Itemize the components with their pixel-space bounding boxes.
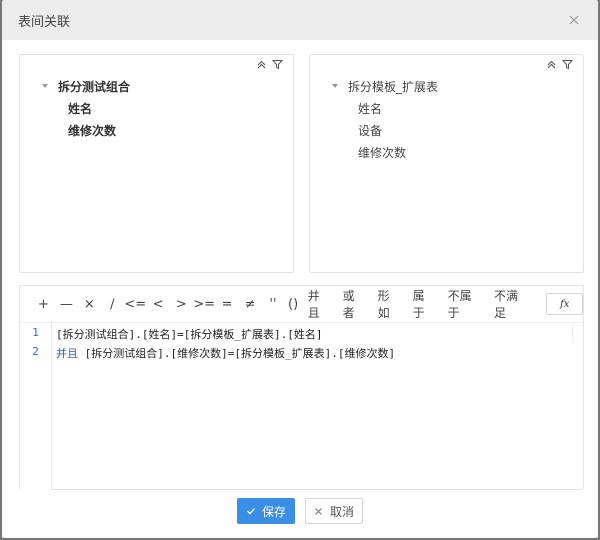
filter-icon[interactable]	[271, 58, 283, 70]
op-in-button[interactable]: 属于	[407, 289, 442, 320]
code-keyword: 并且	[56, 347, 78, 360]
tree-field-item[interactable]: 姓名	[330, 97, 438, 119]
right-table-panel: 拆分模板_扩展表 姓名 设备 维修次数	[309, 54, 584, 273]
tree-root-node[interactable]: 拆分测试组合	[40, 75, 130, 97]
op-minus-button[interactable]: —	[55, 294, 78, 314]
caret-down-icon[interactable]	[330, 81, 340, 91]
tree-field-label: 维修次数	[68, 123, 117, 138]
cancel-button[interactable]: 取消	[305, 498, 363, 524]
collapse-all-icon[interactable]	[545, 58, 557, 70]
op-quotes-button[interactable]: ''	[262, 294, 285, 314]
op-greater-equal-button[interactable]: >=	[193, 294, 216, 314]
operator-toolbar: + — × ∕ <= < > >= = ≠ '' () 并且 或者 形如 属于 …	[20, 286, 583, 322]
code-line[interactable]: [拆分测试组合].[姓名]=[拆分模板_扩展表].[姓名]	[56, 323, 583, 342]
op-multiply-button[interactable]: ×	[78, 294, 101, 314]
check-icon	[246, 506, 256, 516]
tree-root-label: 拆分测试组合	[58, 79, 131, 94]
code-lines[interactable]: [拆分测试组合].[姓名]=[拆分模板_扩展表].[姓名] 并且 [拆分测试组合…	[56, 323, 583, 361]
op-greater-button[interactable]: >	[170, 294, 193, 314]
tree-root-label: 拆分模板_扩展表	[348, 79, 439, 94]
dialog-footer: 保存 取消	[2, 498, 598, 524]
code-text: [拆分测试组合].[维修次数]=[拆分模板_扩展表].[维修次数]	[78, 347, 396, 360]
cancel-button-label: 取消	[329, 504, 354, 519]
table-relation-dialog: 表间关联 拆分测试组合 姓名 维修次数 拆分模板_扩展表 姓名 设备 维修次数 …	[2, 0, 598, 538]
collapse-all-icon[interactable]	[255, 58, 267, 70]
right-field-tree: 拆分模板_扩展表 姓名 设备 维修次数	[330, 75, 438, 163]
filter-icon[interactable]	[561, 58, 573, 70]
op-divide-button[interactable]: ∕	[101, 294, 124, 314]
op-not-equal-button[interactable]: ≠	[239, 294, 262, 314]
op-less-equal-button[interactable]: <=	[124, 294, 147, 314]
op-or-button[interactable]: 或者	[337, 289, 372, 320]
caret-down-icon[interactable]	[40, 81, 50, 91]
left-field-tree: 拆分测试组合 姓名 维修次数	[40, 75, 130, 141]
expression-editor: + — × ∕ <= < > >= = ≠ '' () 并且 或者 形如 属于 …	[19, 285, 584, 490]
save-button-label: 保存	[261, 504, 286, 519]
op-not-in-button[interactable]: 不属于	[442, 289, 488, 320]
op-less-button[interactable]: <	[147, 294, 170, 314]
tree-field-item[interactable]: 姓名	[40, 97, 130, 119]
line-number: 1	[32, 326, 39, 339]
close-icon	[314, 506, 324, 516]
tree-field-item[interactable]: 维修次数	[330, 141, 438, 163]
editor-scrollbar[interactable]	[572, 323, 584, 343]
tree-field-item[interactable]: 维修次数	[40, 119, 130, 141]
line-number-gutter: 1 2	[20, 323, 52, 490]
save-button[interactable]: 保存	[237, 498, 295, 524]
op-parentheses-button[interactable]: ()	[284, 294, 301, 314]
op-equal-button[interactable]: =	[216, 294, 239, 314]
right-panel-tools	[545, 58, 573, 70]
dialog-title: 表间关联	[18, 14, 71, 30]
left-table-panel: 拆分测试组合 姓名 维修次数	[19, 54, 294, 273]
code-line[interactable]: 并且 [拆分测试组合].[维修次数]=[拆分模板_扩展表].[维修次数]	[56, 342, 583, 361]
tree-field-label: 姓名	[358, 101, 383, 116]
tree-field-label: 姓名	[68, 101, 93, 116]
tree-field-label: 设备	[358, 123, 383, 138]
op-not-satisfy-button[interactable]: 不满足	[488, 289, 534, 320]
op-plus-button[interactable]: +	[32, 294, 55, 314]
tree-field-label: 维修次数	[358, 145, 407, 160]
code-area[interactable]: 1 2 [拆分测试组合].[姓名]=[拆分模板_扩展表].[姓名] 并且 [拆分…	[20, 322, 583, 490]
op-and-button[interactable]: 并且	[302, 289, 337, 320]
close-icon[interactable]	[566, 12, 582, 28]
dialog-titlebar: 表间关联	[2, 0, 598, 40]
function-button[interactable]: fx	[546, 293, 583, 315]
left-panel-tools	[255, 58, 283, 70]
tree-field-item[interactable]: 设备	[330, 119, 438, 141]
op-like-button[interactable]: 形如	[372, 289, 407, 320]
tree-root-node[interactable]: 拆分模板_扩展表	[330, 75, 438, 97]
code-text: [拆分测试组合].[姓名]=[拆分模板_扩展表].[姓名]	[56, 328, 323, 341]
line-number: 2	[32, 345, 39, 358]
